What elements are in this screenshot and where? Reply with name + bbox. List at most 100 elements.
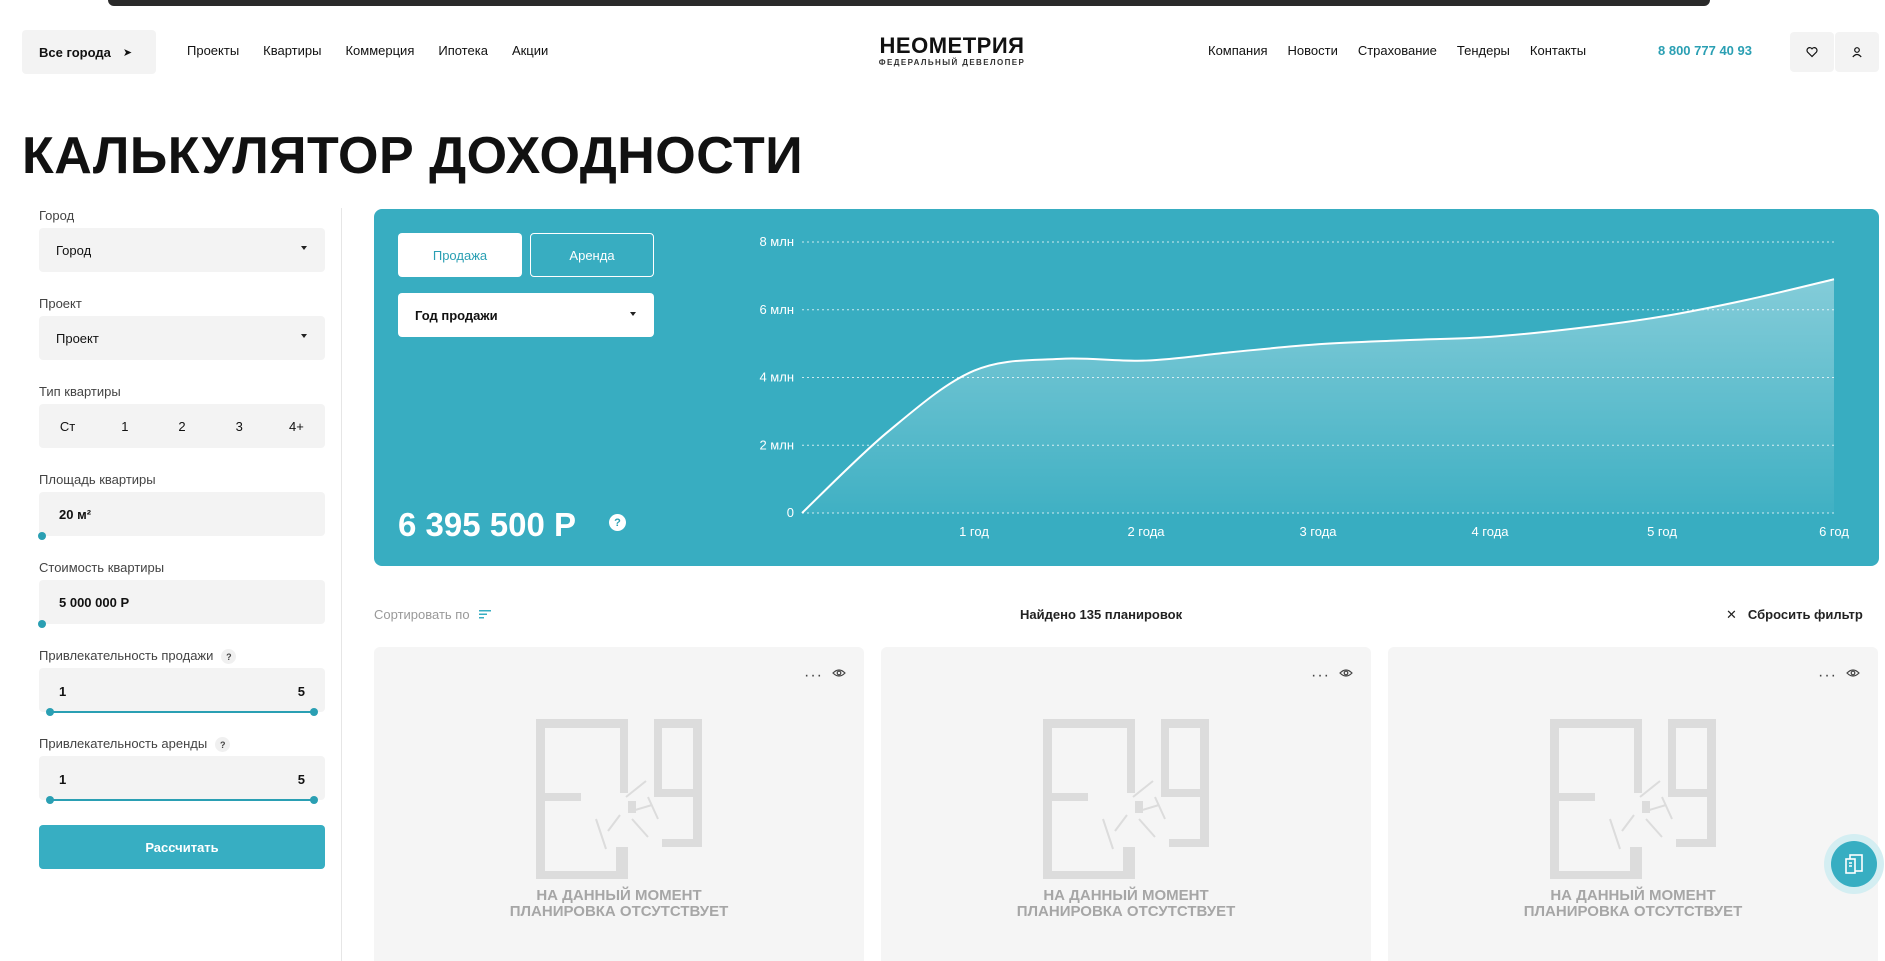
sale-attractiveness-label: Привлекательность продажи?: [39, 648, 237, 665]
price-input[interactable]: 5 000 000 Р: [39, 580, 325, 624]
layout-card[interactable]: ··· НА ДАННЫЙ МОМЕНТ ПЛАНИРОВКА ОТСУТСТВУЕ…: [1388, 647, 1878, 961]
caret-down-icon: [301, 246, 307, 250]
type-1-room[interactable]: 1: [96, 419, 153, 434]
compare-icon: [1845, 854, 1863, 874]
calculate-button[interactable]: Рассчитать: [39, 825, 325, 869]
area-label: Площадь квартиры: [39, 472, 156, 487]
project-select[interactable]: Проект: [39, 316, 325, 360]
rent-attr-min-handle[interactable]: [46, 796, 54, 804]
main-nav: Проекты Квартиры Коммерция Ипотека Акции: [187, 43, 572, 58]
no-plan-message: НА ДАННЫЙ МОМЕНТ ПЛАНИРОВКА ОТСУТСТВУЕТ: [374, 888, 864, 920]
logo[interactable]: НЕОМЕТРИЯ ФЕДЕРАЛЬНЫЙ ДЕВЕЛОПЕР: [876, 33, 1028, 68]
rent-attractiveness-text: Привлекательность аренды: [39, 736, 208, 751]
more-icon[interactable]: ···: [1311, 667, 1330, 685]
type-studio[interactable]: Ст: [39, 419, 96, 434]
heart-icon: [1806, 47, 1818, 58]
sale-year-select[interactable]: Год продажи: [398, 293, 654, 337]
mode-sale-button[interactable]: Продажа: [398, 233, 522, 277]
no-plan-line-2: ПЛАНИРОВКА ОТСУТСТВУЕТ: [1523, 903, 1743, 920]
no-plan-line-2: ПЛАНИРОВКА ОТСУТСТВУЕТ: [509, 903, 729, 920]
type-4plus-room[interactable]: 4+: [268, 419, 325, 434]
y-tick-label: 8 млн: [759, 234, 794, 249]
city-selector-button[interactable]: Все города ➤: [22, 30, 156, 74]
eye-icon[interactable]: [1846, 668, 1860, 678]
rent-attractiveness-range: 1 5: [39, 756, 325, 800]
nav-commerce[interactable]: Коммерция: [345, 43, 414, 58]
income-chart-panel: 0 2 млн 4 млн 6 млн 8 млн 1 год 2 года 3 года 4…: [374, 209, 1879, 566]
type-2-room[interactable]: 2: [153, 419, 210, 434]
floor-plan-placeholder-icon: [536, 719, 702, 879]
rent-attr-min: 1: [59, 772, 67, 787]
y-tick-label: 2 млн: [759, 437, 794, 452]
city-select[interactable]: Город: [39, 228, 325, 272]
area-input[interactable]: 20 м²: [39, 492, 325, 536]
nav-contacts[interactable]: Контакты: [1530, 43, 1586, 58]
y-tick-label: 0: [787, 505, 794, 520]
favorites-button[interactable]: [1790, 32, 1834, 72]
floating-button-inner: [1831, 841, 1877, 887]
site-header: Все города ➤ Проекты Квартиры Коммерция …: [0, 14, 1885, 90]
rent-attr-max-handle[interactable]: [310, 796, 318, 804]
eye-icon[interactable]: [1339, 668, 1353, 678]
nav-tenders[interactable]: Тендеры: [1457, 43, 1510, 58]
caret-down-icon: [630, 312, 636, 316]
x-tick-label: 6 год: [1819, 524, 1849, 539]
sale-attr-track: [50, 711, 314, 713]
compare-floating-button[interactable]: [1824, 834, 1884, 894]
more-icon[interactable]: ···: [1818, 667, 1837, 685]
reset-filter-button[interactable]: ✕ Сбросить фильтр: [1726, 607, 1863, 623]
nav-projects[interactable]: Проекты: [187, 43, 239, 58]
sale-attr-min-handle[interactable]: [46, 708, 54, 716]
sale-attr-min: 1: [59, 684, 67, 699]
sale-attr-max: 5: [297, 684, 305, 699]
phone-link[interactable]: 8 800 777 40 93: [1658, 43, 1752, 58]
help-icon[interactable]: ?: [215, 737, 231, 753]
nav-company[interactable]: Компания: [1208, 43, 1268, 58]
mode-rent-button[interactable]: Аренда: [530, 233, 654, 277]
x-tick-label: 3 года: [1299, 524, 1337, 539]
total-income-value: 6 395 500 Р: [398, 506, 576, 543]
more-icon[interactable]: ···: [804, 667, 823, 685]
close-icon: ✕: [1726, 607, 1737, 622]
help-icon[interactable]: ?: [221, 649, 237, 665]
x-tick-label: 2 года: [1127, 524, 1165, 539]
sale-attractiveness-text: Привлекательность продажи: [39, 648, 214, 663]
type-3-room[interactable]: 3: [211, 419, 268, 434]
nav-promotions[interactable]: Акции: [512, 43, 548, 58]
city-label: Город: [39, 208, 75, 223]
logo-title: НЕОМЕТРИЯ: [879, 33, 1025, 58]
sale-attr-max-handle[interactable]: [310, 708, 318, 716]
city-select-value: Город: [56, 242, 92, 258]
layout-card[interactable]: ··· НА ДАННЫЙ МОМЕНТ ПЛАНИРОВКА ОТСУТСТВУЕ…: [881, 647, 1371, 961]
x-tick-label: 5 год: [1647, 524, 1677, 539]
x-tick-label: 1 год: [959, 524, 989, 539]
profile-button[interactable]: [1835, 32, 1879, 72]
no-plan-line-1: НА ДАННЫЙ МОМЕНТ: [1550, 887, 1716, 904]
x-axis-ticks: 1 год 2 года 3 года 4 года 5 год 6 год: [959, 524, 1849, 539]
rent-attr-max: 5: [297, 772, 305, 787]
sort-control[interactable]: Сортировать по: [374, 607, 491, 622]
layout-card[interactable]: ··· НА ДАННЫЙ МОМЕНТ ПЛАНИРОВКА ОТСУТСТВУЕ…: [374, 647, 864, 961]
city-selector-label: Все города: [39, 44, 111, 60]
sort-icon: [478, 610, 491, 619]
logo-subtitle: ФЕДЕРАЛЬНЫЙ ДЕВЕЛОПЕР: [878, 58, 1026, 67]
eye-icon[interactable]: [832, 668, 846, 678]
nav-news[interactable]: Новости: [1288, 43, 1338, 58]
area-slider-handle[interactable]: [38, 532, 46, 540]
sort-label: Сортировать по: [374, 607, 470, 622]
floor-plan-placeholder-icon: [1550, 719, 1716, 879]
secondary-nav: Компания Новости Страхование Тендеры Кон…: [1208, 43, 1606, 58]
nav-mortgage[interactable]: Ипотека: [438, 43, 488, 58]
reset-filter-label: Сбросить фильтр: [1747, 607, 1863, 622]
no-plan-line-1: НА ДАННЫЙ МОМЕНТ: [536, 887, 702, 904]
price-slider-handle[interactable]: [38, 620, 46, 628]
floor-plan-placeholder-icon: [1043, 719, 1209, 879]
help-icon[interactable]: ?: [609, 514, 626, 531]
nav-apartments[interactable]: Квартиры: [263, 43, 321, 58]
rent-attr-track: [50, 799, 314, 801]
project-label: Проект: [39, 296, 82, 311]
user-icon: [1852, 47, 1862, 58]
y-tick-label: 6 млн: [759, 302, 794, 317]
nav-insurance[interactable]: Страхование: [1358, 43, 1437, 58]
apartment-type-selector: Ст 1 2 3 4+: [39, 404, 325, 448]
